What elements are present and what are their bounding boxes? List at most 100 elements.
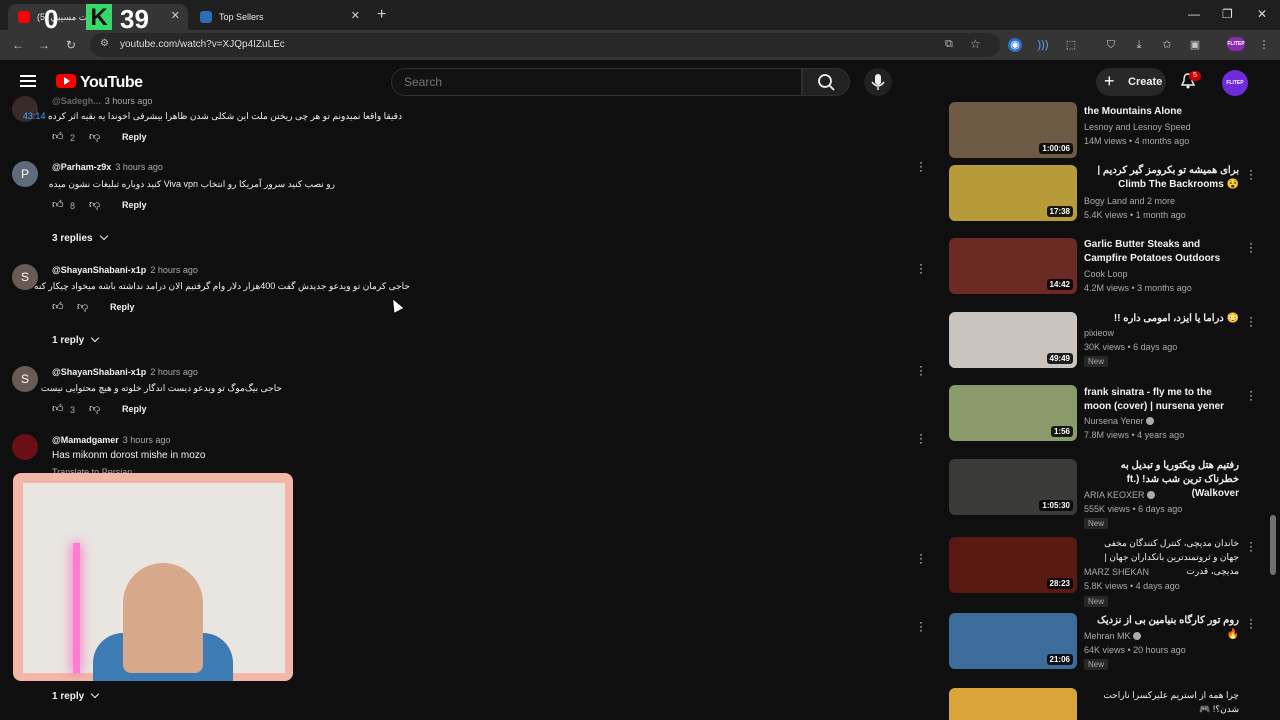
timestamp-link[interactable]: 43:14 [23, 111, 46, 121]
channel-name[interactable]: Cook Loop [1084, 269, 1128, 279]
download-icon[interactable]: ⤓ [1132, 38, 1146, 52]
video-thumbnail[interactable]: 14:42 [949, 238, 1077, 294]
sidepanel-icon[interactable]: ▣ [1188, 38, 1202, 52]
scrollbar[interactable] [1270, 515, 1276, 575]
video-menu-icon[interactable]: · · · [1248, 536, 1254, 556]
comment-menu-icon[interactable]: · · · [918, 616, 924, 636]
channel-name[interactable]: Bogy Land and 2 more [1084, 196, 1175, 206]
menu-dots-icon[interactable]: ⋮ [1257, 38, 1271, 52]
reply-button[interactable]: Reply [122, 132, 147, 142]
video-title[interactable]: 😳 دراما یا ایزد، امومی داره !! [1084, 312, 1239, 326]
video-thumbnail[interactable]: 1:00:06 [949, 102, 1077, 158]
cast-icon[interactable]: ⧉ [945, 38, 953, 51]
comment-actions: 👍︎ 2 👎︎ Reply [52, 131, 172, 145]
video-title[interactable]: Garlic Butter Steaks and Campfire Potato… [1084, 238, 1239, 266]
like-icon[interactable]: 👍︎ [52, 199, 64, 211]
close-window-icon[interactable]: ✕ [1257, 7, 1267, 21]
close-tab-icon[interactable]: ✕ [351, 9, 360, 22]
extension-sound-icon[interactable]: ))) [1036, 38, 1050, 52]
hamburger-menu-icon[interactable] [20, 75, 36, 87]
close-tab-icon[interactable]: ✕ [171, 9, 180, 22]
video-thumbnail[interactable]: 1:56 [949, 385, 1077, 441]
like-icon[interactable]: 👍︎ [52, 131, 64, 143]
video-menu-icon[interactable]: · · · [1248, 164, 1254, 184]
replies-toggle[interactable]: 1 reply [52, 333, 100, 346]
channel-name[interactable]: ARIA KEOXER [1084, 490, 1157, 500]
address-bar: ← → ↻ ⚙ youtube.com/watch?v=XJQp4IZuLEc … [0, 30, 1280, 60]
video-menu-icon[interactable]: · · · [1248, 613, 1254, 633]
channel-name[interactable]: Mehran MK [1084, 631, 1143, 641]
reply-button[interactable]: Reply [122, 404, 147, 414]
minimize-icon[interactable]: — [1188, 7, 1200, 21]
dislike-icon[interactable]: 👎︎ [77, 301, 89, 313]
video-title[interactable]: the Mountains Alone [1084, 105, 1239, 119]
webcam-feed [23, 483, 285, 681]
video-title[interactable]: چرا همه از استریم علیرکسرا ناراحت شدن؟! … [1084, 688, 1239, 716]
reload-icon[interactable]: ↻ [66, 38, 76, 52]
video-thumbnail[interactable]: 1:05:30 [949, 459, 1077, 515]
video-menu-icon[interactable]: · · · [1248, 311, 1254, 331]
dislike-icon[interactable]: 👎︎ [89, 403, 101, 415]
video-menu-icon[interactable]: · · · [1248, 385, 1254, 405]
new-tab-icon[interactable]: + [377, 6, 386, 24]
voice-search-button[interactable] [864, 68, 892, 96]
youtube-wordmark[interactable]: YouTube [80, 74, 143, 92]
comment-handle[interactable]: @ShayanShabani-x1p 2 hours ago [52, 367, 198, 377]
forward-icon[interactable]: → [38, 38, 50, 52]
video-thumbnail[interactable] [949, 688, 1077, 720]
comment-menu-icon[interactable]: · · · [918, 360, 924, 380]
site-info-icon[interactable]: ⚙ [100, 38, 109, 49]
dislike-icon[interactable]: 👎︎ [89, 131, 101, 143]
commenter-avatar[interactable] [12, 434, 38, 460]
chevron-down-icon [91, 689, 100, 699]
new-badge: New [1084, 518, 1109, 529]
verified-icon [1146, 491, 1155, 499]
video-title[interactable]: frank sinatra - fly me to the moon (cove… [1084, 386, 1239, 414]
comment-handle[interactable]: @Mamadgamer 3 hours ago [52, 435, 170, 445]
comment-handle[interactable]: @Parham-z9x 3 hours ago [52, 162, 163, 172]
comment-menu-icon[interactable]: · · · [918, 156, 924, 176]
omnibox[interactable]: ⚙ youtube.com/watch?v=XJQp4IZuLEc ⧉ ☆ [90, 33, 1000, 57]
like-icon[interactable]: 👍︎ [52, 301, 64, 313]
extensions-puzzle-icon[interactable]: ⬚ [1064, 38, 1078, 52]
video-thumbnail[interactable]: 17:38 [949, 165, 1077, 221]
account-avatar[interactable]: FLITEP [1222, 70, 1248, 96]
reply-button[interactable]: Reply [122, 200, 147, 210]
extension-shield-icon[interactable]: ◉ [1008, 38, 1022, 52]
incognito-icon[interactable]: ⛉ [1104, 38, 1118, 52]
channel-name[interactable]: Nursena Yener [1084, 416, 1156, 426]
maximize-icon[interactable]: ❐ [1222, 7, 1233, 21]
comment-handle[interactable]: @Sadegh... 3 hours ago [52, 96, 152, 106]
mouse-cursor-icon [388, 297, 404, 313]
replies-toggle[interactable]: 3 replies [52, 231, 108, 244]
channel-name[interactable]: Lesnoy and Lesnoy Speed [1084, 122, 1191, 132]
video-title[interactable]: برای همیشه تو بکرومز گیر کردیم | 😵 Climb… [1084, 164, 1239, 192]
channel-name[interactable]: pixieow [1084, 328, 1114, 338]
video-thumbnail[interactable]: 49:49 [949, 312, 1077, 368]
commenter-avatar[interactable]: S [12, 366, 38, 392]
profile-chip[interactable]: FLITEP [1227, 37, 1245, 51]
youtube-favicon-icon [18, 11, 30, 23]
video-thumbnail[interactable]: 21:06 [949, 613, 1077, 669]
like-icon[interactable]: 👍︎ [52, 403, 64, 415]
search-box[interactable] [391, 68, 802, 96]
youtube-logo-icon[interactable] [56, 74, 76, 88]
channel-name[interactable]: MARZ SHEKAN [1084, 567, 1149, 577]
dislike-icon[interactable]: 👎︎ [89, 199, 101, 211]
video-menu-icon[interactable]: · · · [1248, 237, 1254, 257]
reply-button[interactable]: Reply [110, 302, 135, 312]
search-input[interactable] [404, 75, 784, 89]
back-icon[interactable]: ← [12, 38, 24, 52]
comment-handle[interactable]: @ShayanShabani-x1p 2 hours ago [52, 265, 198, 275]
search-button[interactable] [802, 68, 850, 96]
comment-menu-icon[interactable]: · · · [918, 548, 924, 568]
video-duration: 17:38 [1046, 206, 1073, 217]
comment-menu-icon[interactable]: · · · [918, 258, 924, 278]
comment-menu-icon[interactable]: · · · [918, 428, 924, 448]
commenter-avatar[interactable]: P [12, 161, 38, 187]
favorites-icon[interactable]: ✩ [1160, 38, 1174, 52]
tab-top-sellers[interactable]: Top Sellers ✕ [190, 4, 368, 30]
replies-toggle[interactable]: 1 reply [52, 689, 100, 702]
video-thumbnail[interactable]: 28:23 [949, 537, 1077, 593]
bookmark-star-icon[interactable]: ☆ [970, 37, 981, 51]
